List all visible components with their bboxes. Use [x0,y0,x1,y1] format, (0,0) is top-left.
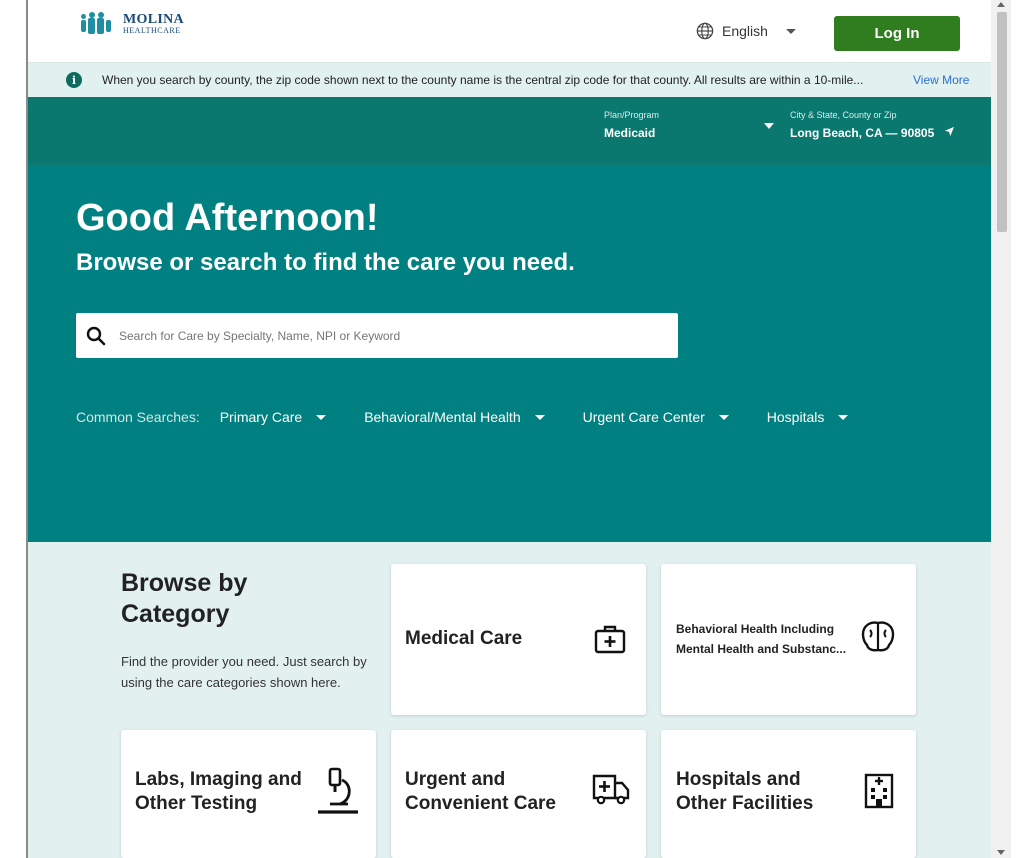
category-label: Urgent and Convenient Care [405,769,556,815]
browse-title: Browse by Category [121,569,248,628]
site-header: MOLINA HEALTHCARE English Log In [28,0,1011,62]
browse-by-category-section: Browse by Category Find the provider you… [28,542,1011,858]
common-search-primary-care[interactable]: Primary Care [219,409,327,425]
plan-program-label: Plan/Program [604,110,660,120]
view-more-link[interactable]: View More [913,73,969,87]
common-search-behavioral-mental-health[interactable]: Behavioral/Mental Health [364,409,545,425]
first-aid-kit-icon [594,625,626,654]
greeting-heading: Good Afternoon! [76,197,379,239]
common-searches: Common Searches: Primary Care Behavioral… [76,409,886,425]
location-arrow-icon[interactable] [944,126,955,137]
category-card-behavioral-health[interactable]: Behavioral Health Including Mental Healt… [661,564,916,715]
logo-people-icon [81,12,121,36]
category-label: Medical Care [405,628,523,649]
category-card-medical-care[interactable]: Medical Care [391,564,646,715]
brain-icon [861,621,895,652]
care-search-box[interactable] [76,313,678,358]
hero-section: Good Afternoon! Browse or search to find… [28,165,1011,542]
logo-subtext: HEALTHCARE [123,26,181,35]
search-icon [86,326,106,345]
location-label: City & State, County or Zip [790,110,897,120]
location-value: Long Beach, CA — 90805 [790,126,935,140]
common-searches-label: Common Searches: [76,409,200,425]
hero-subtitle: Browse or search to find the care you ne… [76,249,575,276]
chevron-down-icon [838,414,849,420]
page: MOLINA HEALTHCARE English Log In i When … [28,0,1011,858]
chevron-down-icon [316,414,327,420]
category-card-labs-imaging[interactable]: Labs, Imaging and Other Testing [121,730,376,858]
category-card-hospitals[interactable]: Hospitals and Other Facilities [661,730,916,858]
category-card-urgent-care[interactable]: Urgent and Convenient Care [391,730,646,858]
ambulance-icon [592,774,630,805]
scrollbar-thumb[interactable] [997,12,1007,232]
language-selector[interactable]: English [696,22,796,40]
microscope-icon [318,767,358,814]
chevron-down-icon [718,414,729,420]
common-search-urgent-care-center[interactable]: Urgent Care Center [583,409,729,425]
hospital-icon [864,773,894,809]
common-search-label: Primary Care [219,409,303,425]
molina-logo[interactable]: MOLINA HEALTHCARE [81,12,184,36]
scroll-up-arrow-icon[interactable] [997,2,1005,7]
category-label: Hospitals and Other Facilities [676,769,814,815]
plan-program-value: Medicaid [604,126,656,140]
category-label: Labs, Imaging and Other Testing [135,769,302,815]
common-search-hospitals[interactable]: Hospitals [767,409,849,425]
category-label: Behavioral Health Including Mental Healt… [676,622,847,657]
info-banner-text: When you search by county, the zip code … [102,73,864,87]
chevron-down-icon [764,123,774,129]
browse-description: Find the provider you need. Just search … [121,654,367,690]
language-label: English [722,23,768,39]
care-search-input[interactable] [119,328,639,343]
filter-bar: Plan/Program Medicaid City & State, Coun… [28,97,1011,165]
common-search-label: Hospitals [766,409,825,425]
scroll-down-arrow-icon[interactable] [997,850,1005,855]
common-search-label: Behavioral/Mental Health [364,409,521,425]
globe-icon [696,22,714,40]
login-button[interactable]: Log In [834,16,960,51]
vertical-scrollbar[interactable] [991,0,1011,858]
chevron-down-icon [785,28,796,34]
info-banner: i When you search by county, the zip cod… [28,62,1011,97]
chevron-down-icon [534,414,545,420]
location-value-wrap: Long Beach, CA — 90805 [790,126,955,140]
common-search-label: Urgent Care Center [582,409,705,425]
info-icon: i [66,72,82,88]
logo-wordmark: MOLINA [123,12,184,27]
